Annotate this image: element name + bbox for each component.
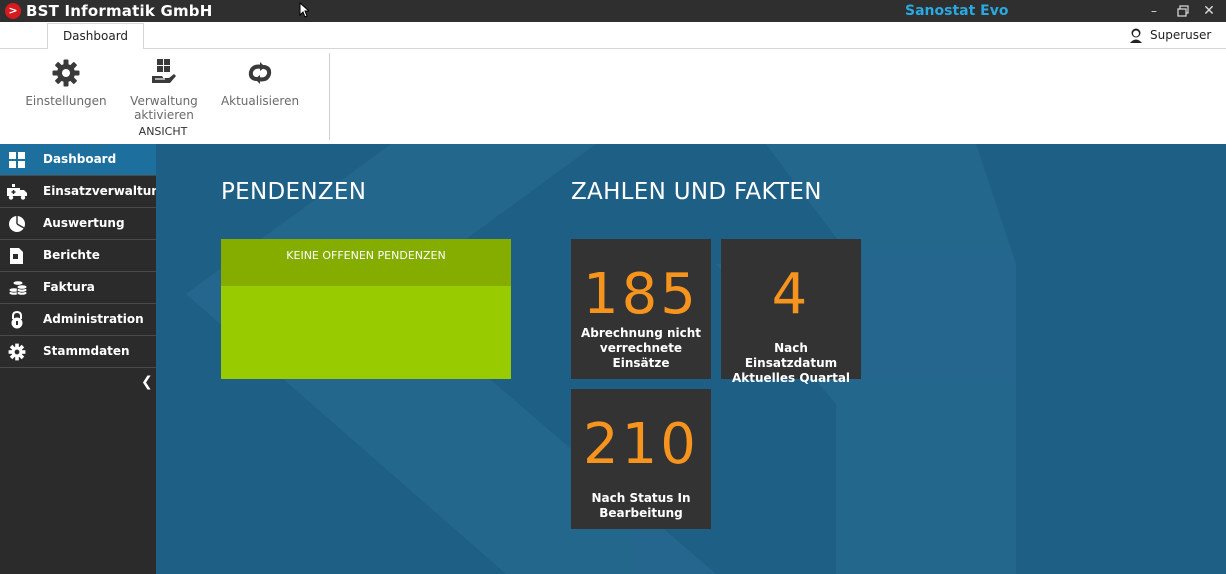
sidebar-item-label: Faktura xyxy=(43,280,95,294)
user-menu[interactable]: Superuser xyxy=(1128,25,1211,45)
title-bar: > BST Informatik GmbH Sanostat Evo – ✕ xyxy=(0,0,1226,22)
report-document-icon xyxy=(10,248,23,264)
product-name: Sanostat Evo xyxy=(905,3,1009,19)
facts-title: ZAHLEN UND FAKTEN xyxy=(571,179,822,205)
refresh-button[interactable]: Aktualisieren xyxy=(214,58,306,108)
sidebar-item-label: Stammdaten xyxy=(43,344,130,358)
sidebar-nav: Dashboard Einsatzverwaltung Auswertung B… xyxy=(0,144,168,574)
sidebar-item-dashboard[interactable]: Dashboard xyxy=(0,144,156,176)
sidebar-item-stammdaten[interactable]: Stammdaten xyxy=(0,336,156,368)
pendenzen-card[interactable]: KEINE OFFENEN PENDENZEN xyxy=(221,239,511,379)
kpi-tile-unbilled[interactable]: 185 Abrechnung nicht verrechnete Einsätz… xyxy=(571,239,711,379)
user-avatar-icon xyxy=(1130,28,1142,43)
close-button[interactable]: ✕ xyxy=(1199,1,1219,21)
kpi-value: 210 xyxy=(583,412,699,477)
kpi-label: Nach Einsatzdatum Aktuelles Quartal xyxy=(731,341,851,385)
refresh-label: Aktualisieren xyxy=(220,94,300,108)
user-name: Superuser xyxy=(1150,28,1212,42)
company-name: BST Informatik GmbH xyxy=(26,2,213,20)
settings-button[interactable]: Einstellungen xyxy=(22,58,110,108)
sidebar-item-label: Auswertung xyxy=(43,216,125,230)
admin-label-line2: aktivieren xyxy=(134,108,194,122)
kpi-tile-in-progress[interactable]: 210 Nach Status In Bearbeitung xyxy=(571,389,711,529)
restore-icon xyxy=(1177,5,1189,17)
kpi-tile-quarter[interactable]: 4 Nach Einsatzdatum Aktuelles Quartal xyxy=(721,239,861,385)
ribbon-panel: Einstellungen Verwaltung aktivieren Aktu… xyxy=(0,49,1226,144)
tab-dashboard[interactable]: Dashboard xyxy=(47,23,144,50)
pie-chart-icon xyxy=(9,216,25,232)
pendenzen-title: PENDENZEN xyxy=(221,179,367,205)
dashboard-content: PENDENZEN ZAHLEN UND FAKTEN KEINE OFFENE… xyxy=(156,144,1226,574)
pendenzen-empty-message: KEINE OFFENEN PENDENZEN xyxy=(221,239,511,286)
dashboard-grid-icon xyxy=(9,152,25,168)
gear-icon xyxy=(52,59,80,87)
ribbon-tab-bar: Dashboard Superuser xyxy=(0,22,1226,50)
kpi-value: 4 xyxy=(771,262,811,327)
gear-icon xyxy=(8,343,26,361)
collapse-sidebar-chevron-icon[interactable]: ❮ xyxy=(141,374,155,390)
app-window: > BST Informatik GmbH Sanostat Evo – ✕ D… xyxy=(0,0,1226,574)
sidebar-item-faktura[interactable]: Faktura xyxy=(0,272,156,304)
minimize-button[interactable]: – xyxy=(1144,1,1164,21)
restore-button[interactable] xyxy=(1173,1,1193,21)
ribbon-group-label: ANSICHT xyxy=(138,125,188,138)
admin-label-line1: Verwaltung xyxy=(130,94,198,108)
app-logo-icon[interactable]: > xyxy=(5,3,21,19)
sidebar-item-berichte[interactable]: Berichte xyxy=(0,240,156,272)
kpi-value: 185 xyxy=(583,262,699,327)
settings-label: Einstellungen xyxy=(25,94,107,108)
sidebar-item-auswertung[interactable]: Auswertung xyxy=(0,208,156,240)
ambulance-icon xyxy=(7,184,27,200)
sidebar-item-administration[interactable]: Administration xyxy=(0,304,156,336)
sidebar-item-label: Dashboard xyxy=(43,152,117,166)
admin-hand-grid-icon xyxy=(152,59,176,83)
sidebar-item-einsatzverwaltung[interactable]: Einsatzverwaltung xyxy=(0,176,168,208)
refresh-link-icon xyxy=(248,62,272,84)
kpi-label: Nach Status In Bearbeitung xyxy=(591,491,691,520)
coins-icon xyxy=(8,280,28,296)
kpi-label: Abrechnung nicht verrechnete Einsätze xyxy=(580,326,702,370)
sidebar-item-label: Einsatzverwaltung xyxy=(43,184,169,198)
sidebar-item-label: Berichte xyxy=(43,248,100,262)
mouse-cursor-icon xyxy=(299,2,309,18)
padlock-icon xyxy=(11,311,23,329)
sidebar-item-label: Administration xyxy=(43,312,144,326)
activate-administration-button[interactable]: Verwaltung aktivieren xyxy=(124,58,204,122)
ribbon-group-separator xyxy=(329,53,330,140)
